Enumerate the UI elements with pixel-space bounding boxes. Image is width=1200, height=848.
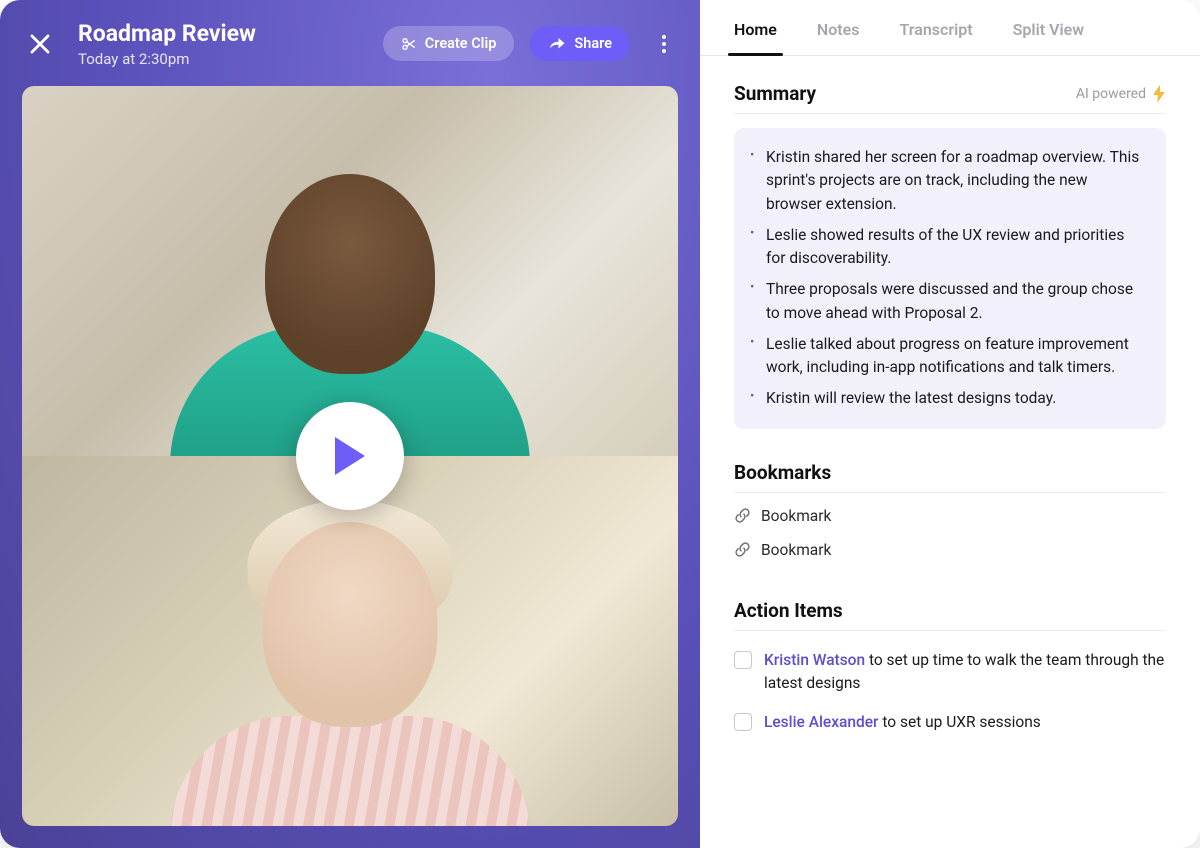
action-checkbox[interactable] [734,713,752,731]
participant-tile-2 [22,456,678,826]
summary-bullet: Kristin will review the latest designs t… [766,387,1146,410]
video-stack [22,86,678,826]
tab-split-view[interactable]: Split View [1013,20,1084,55]
link-icon [734,507,751,524]
summary-bullet: Leslie showed results of the UX review a… [766,224,1146,271]
create-clip-button[interactable]: Create Clip [383,26,515,61]
tabs: Home Notes Transcript Split View [700,0,1200,56]
action-items-header: Action Items [734,599,1166,631]
close-icon [29,33,51,55]
bookmarks-section: Bookmarks Bookmark Bookmark [734,461,1166,567]
tab-transcript[interactable]: Transcript [899,20,972,55]
action-item: Leslie Alexander to set up UXR sessions [734,703,1166,742]
meeting-time: Today at 2:30pm [78,50,367,68]
share-label: Share [574,35,612,52]
bookmark-label: Bookmark [761,507,831,525]
home-panel: Summary AI powered Kristin shared her sc… [700,56,1200,772]
lightning-icon [1152,85,1166,103]
title-block: Roadmap Review Today at 2:30pm [78,20,367,68]
tab-notes[interactable]: Notes [817,20,860,55]
meeting-title: Roadmap Review [78,20,367,48]
bookmark-item[interactable]: Bookmark [734,499,1166,533]
summary-title: Summary [734,82,816,105]
notes-pane: Home Notes Transcript Split View Summary… [700,0,1200,848]
action-item: Kristin Watson to set up time to walk th… [734,641,1166,704]
play-button[interactable] [296,402,404,510]
bookmark-label: Bookmark [761,541,831,559]
action-assignee[interactable]: Kristin Watson [764,651,865,669]
create-clip-label: Create Clip [425,35,497,52]
action-text: Leslie Alexander to set up UXR sessions [764,711,1041,734]
action-assignee[interactable]: Leslie Alexander [764,713,879,731]
video-header: Roadmap Review Today at 2:30pm Create Cl… [22,20,678,68]
action-items-title: Action Items [734,599,843,622]
summary-bullet: Leslie talked about progress on feature … [766,333,1146,380]
kebab-icon [662,35,666,53]
action-text: Kristin Watson to set up time to walk th… [764,649,1166,696]
ai-powered-badge: AI powered [1076,85,1166,103]
close-button[interactable] [22,26,58,62]
summary-bullet: Kristin shared her screen for a roadmap … [766,146,1146,216]
more-menu-button[interactable] [650,26,678,62]
summary-header: Summary AI powered [734,82,1166,114]
scissors-icon [401,36,417,52]
tab-home[interactable]: Home [734,20,777,55]
action-items-section: Action Items Kristin Watson to set up ti… [734,599,1166,743]
share-arrow-icon [548,36,566,52]
bookmarks-header: Bookmarks [734,461,1166,493]
bookmarks-title: Bookmarks [734,461,831,484]
play-icon [331,435,369,477]
video-pane: Roadmap Review Today at 2:30pm Create Cl… [0,0,700,848]
link-icon [734,541,751,558]
action-checkbox[interactable] [734,651,752,669]
participant-tile-1 [22,86,678,456]
ai-powered-label: AI powered [1076,86,1146,102]
action-desc: to set up UXR sessions [879,713,1041,731]
summary-bullet: Three proposals were discussed and the g… [766,278,1146,325]
summary-box: Kristin shared her screen for a roadmap … [734,128,1166,429]
bookmark-item[interactable]: Bookmark [734,533,1166,567]
share-button[interactable]: Share [530,26,630,61]
